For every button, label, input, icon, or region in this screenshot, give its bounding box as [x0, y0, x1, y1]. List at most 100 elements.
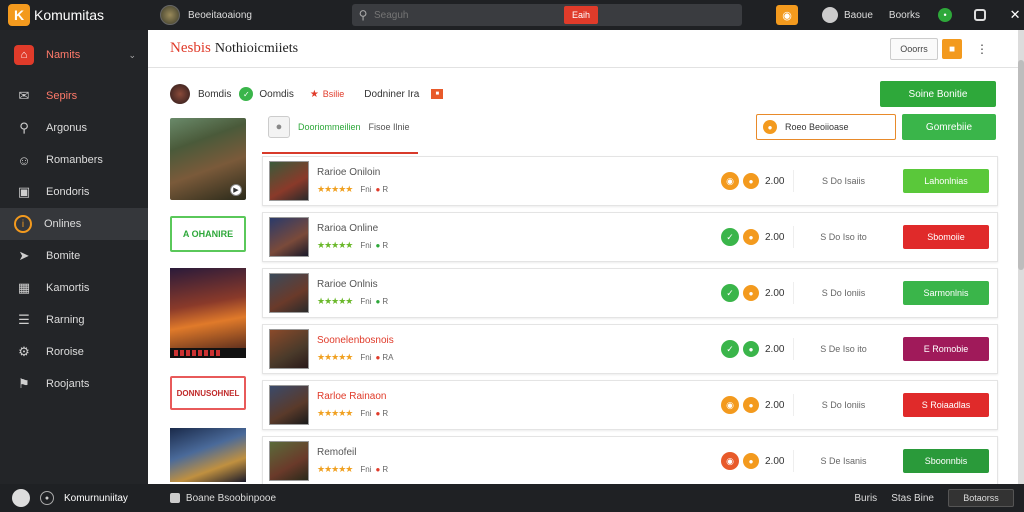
list-item[interactable]: Rarloe Rainaon ★★★★★ Fni ● R ◉ ● 2.00 S Do …: [262, 380, 998, 430]
top-link[interactable]: Boorks: [889, 10, 920, 21]
row-meta: ★★★★★ Fni ● RA: [317, 352, 437, 363]
bottom-bar: ● Komurnuniitay Boane Bsoobinpooe Buris …: [0, 484, 1024, 512]
row-meta-code: R: [382, 297, 389, 306]
dot-icon: ●: [375, 241, 381, 250]
filter-item-2[interactable]: Oomdis: [259, 89, 293, 100]
sidebar-item-1[interactable]: ✉ Sepirs: [0, 80, 148, 112]
search-input[interactable]: [374, 9, 554, 21]
list-item[interactable]: Rarioa Online ★★★★★ Fni ● R ✓ ● 2.00 S Do I…: [262, 212, 998, 262]
sidebar-item-label: Sepirs: [46, 90, 78, 102]
green-action-button[interactable]: Gomrebiie: [902, 114, 996, 140]
promo-red-banner[interactable]: DONNUS OHNEL: [170, 376, 246, 410]
row-price: 2.00: [765, 175, 785, 187]
sidebar-item-9[interactable]: ⚙ Roroise: [0, 336, 148, 368]
row-action-button[interactable]: E Romobie: [903, 337, 989, 361]
brand-logo-icon: K: [8, 4, 30, 26]
row-action-button[interactable]: Sboonnbis: [903, 449, 989, 473]
notification-icon[interactable]: ◉: [776, 5, 798, 25]
brand[interactable]: K Komumitas: [0, 0, 148, 30]
window-icon[interactable]: [974, 9, 987, 21]
sidebar-item-5[interactable]: i Onlines: [0, 208, 148, 240]
row-meta: ★★★★★ Fni ● R: [317, 408, 437, 419]
play-icon[interactable]: ▶: [230, 184, 242, 196]
page-header: Nesbis Nothioicmiiets Ooorrs ■ ⋮: [148, 30, 1018, 68]
coin-icon: ◉: [721, 172, 739, 190]
bottom-link-1[interactable]: Buris: [854, 493, 877, 504]
user-avatar: [822, 7, 838, 23]
row-action-button[interactable]: S Roiaadlas: [903, 393, 989, 417]
row-action-button[interactable]: Lahonlnias: [903, 169, 989, 193]
dot-icon: ●: [375, 465, 381, 474]
sidebar-item-home[interactable]: ⌂ Namits ⌄: [0, 30, 148, 80]
game-selector[interactable]: Beoeitaoaiong: [160, 5, 340, 25]
person-icon[interactable]: ●: [268, 116, 290, 138]
users-icon: ☺: [17, 152, 31, 168]
game-cover-2[interactable]: [170, 268, 246, 358]
orange-action-icon[interactable]: ■: [942, 39, 962, 59]
row-price: 2.00: [765, 399, 785, 411]
search-button[interactable]: Eaih: [564, 6, 598, 24]
sub-filter-b[interactable]: Fisoe Ilnie: [369, 122, 410, 132]
row-info: Rarloe Rainaon ★★★★★ Fni ● R: [317, 391, 437, 419]
promo-green-banner[interactable]: A OHANIRE: [170, 216, 246, 252]
user-name: Baoue: [844, 9, 873, 21]
sidebar-item-label: Romanbers: [46, 154, 103, 166]
chevron-down-icon[interactable]: ⌄: [128, 50, 136, 61]
scrollbar-thumb[interactable]: [1018, 60, 1024, 270]
sidebar-item-3[interactable]: ☺ Romanbers: [0, 144, 148, 176]
row-price: 2.00: [765, 287, 785, 299]
sidebar-item-8[interactable]: ☰ Rarning: [0, 304, 148, 336]
list-item[interactable]: Soonelenbosnois ★★★★★ Fni ● RA ✓ ● 2.00 S D…: [262, 324, 998, 374]
row-detail: S De Isanis: [793, 450, 893, 472]
bottom-link-2[interactable]: Stas Bine: [891, 493, 934, 504]
row-name: Rarioa Online: [317, 223, 379, 234]
sidebar-item-label: Argonus: [46, 122, 87, 134]
promo-red-line-2: OHNEL: [211, 388, 240, 398]
list-item[interactable]: Rarioe Onlnis ★★★★★ Fni ● R ✓ ● 2.00 S Do I…: [262, 268, 998, 318]
secondary-search[interactable]: ● Roeo Beoiioase: [756, 114, 896, 140]
sidebar-item-label: Roojants: [46, 378, 90, 390]
create-button[interactable]: Soine Bonitie: [880, 81, 996, 107]
filter-item-3[interactable]: Bsilie: [323, 89, 345, 99]
filter-avatar[interactable]: [170, 84, 190, 104]
status-icon[interactable]: •: [938, 8, 953, 22]
sidebar-item-7[interactable]: ▦ Kamortis: [0, 272, 148, 304]
more-icon[interactable]: ⋮: [976, 42, 988, 56]
check-icon: ✓: [721, 228, 739, 246]
row-thumbnail: [269, 161, 309, 201]
coin-icon: ◉: [721, 452, 739, 470]
status-icon[interactable]: ●: [40, 491, 54, 505]
sidebar-item-10[interactable]: ⚑ Roojants: [0, 368, 148, 400]
sidebar-item-6[interactable]: ➤ Bomite: [0, 240, 148, 272]
row-detail: S Do Isaiis: [793, 170, 893, 192]
row-action-button[interactable]: Sarmonlnis: [903, 281, 989, 305]
tag-icon: ■: [431, 89, 444, 99]
row-name: Rarioe Oniloin: [317, 167, 381, 178]
row-detail: S De Iso ito: [793, 338, 893, 360]
header-button[interactable]: Ooorrs: [890, 38, 938, 60]
list-item[interactable]: Remofeil ★★★★★ Fni ● R ◉ ● 2.00 S De Isanis…: [262, 436, 998, 486]
orange-circle-icon: i: [14, 215, 32, 233]
close-icon[interactable]: ✕: [1008, 7, 1022, 22]
list-item[interactable]: Rarioe Oniloin ★★★★★ Fni ● R ◉ ● 2.00 S Do …: [262, 156, 998, 206]
info-icon: ⚑: [18, 376, 30, 391]
sub-filter-a[interactable]: Dooriommeilien: [298, 122, 361, 132]
row-name: Rarioe Onlnis: [317, 279, 378, 290]
user-menu[interactable]: Baoue Boorks: [822, 7, 938, 23]
meta-text: Fni: [360, 409, 372, 418]
user-avatar[interactable]: [12, 489, 30, 507]
row-action-button[interactable]: Sbomoiie: [903, 225, 989, 249]
sidebar-item-4[interactable]: ▣ Eondoris: [0, 176, 148, 208]
game-cover-1[interactable]: ▶: [170, 118, 246, 200]
filter-item-1[interactable]: Bomdis: [198, 89, 231, 100]
game-cover-3[interactable]: [170, 428, 246, 482]
search-icon: ⚲: [19, 120, 29, 135]
filter-item-4[interactable]: Dodniner Ira: [364, 89, 419, 100]
bottom-button[interactable]: Botaorss: [948, 489, 1014, 507]
game-name: Beoeitaoaiong: [188, 9, 252, 21]
badge-icon: ●: [743, 285, 759, 301]
row-meta-code: R: [382, 185, 389, 194]
dot-icon: ●: [375, 409, 381, 418]
sidebar-item-2[interactable]: ⚲ Argonus: [0, 112, 148, 144]
row-name: Rarloe Rainaon: [317, 391, 387, 402]
